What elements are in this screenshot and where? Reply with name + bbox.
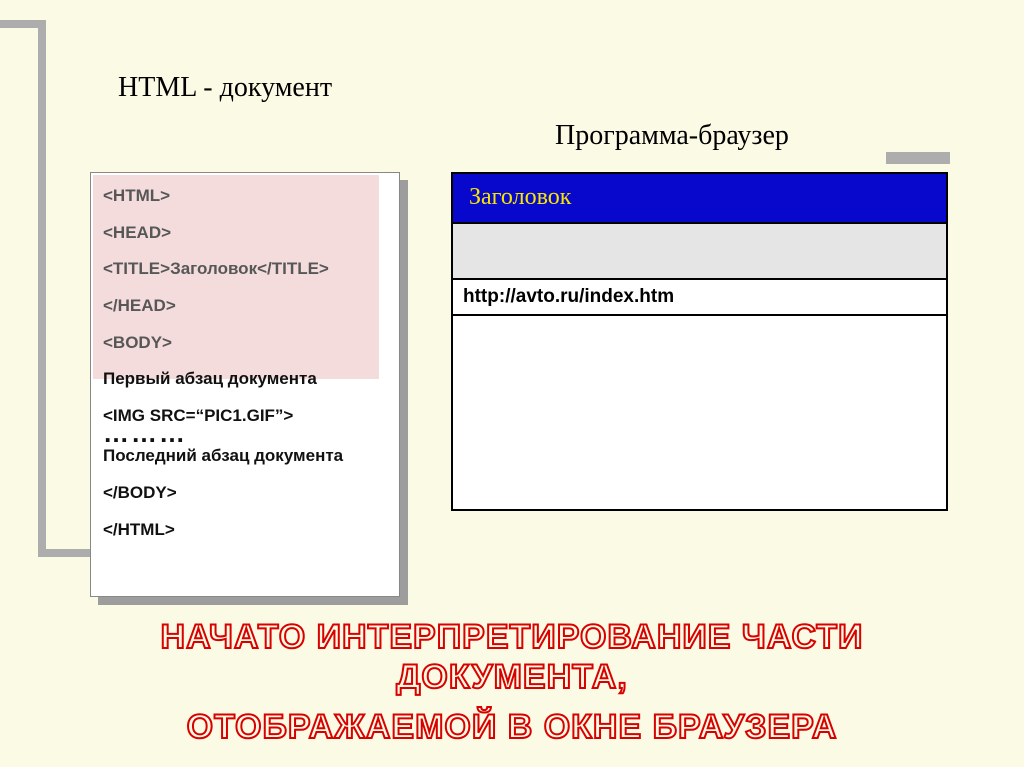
browser-titlebar: Заголовок bbox=[453, 174, 946, 224]
code-line-title: <TITLE>Заголовок</TITLE> bbox=[103, 260, 387, 279]
code-panel: <HTML> <HEAD> <TITLE>Заголовок</TITLE> <… bbox=[90, 172, 400, 597]
frame-accent-left bbox=[38, 20, 46, 557]
browser-window: Заголовок http://avto.ru/index.htm bbox=[451, 172, 948, 511]
status-headline-line2: ДОКУМЕНТА, bbox=[0, 658, 1024, 697]
code-line-body-open: <BODY> bbox=[103, 334, 387, 353]
code-line-paragraph-first: Первый абзац документа bbox=[103, 370, 387, 389]
code-line-html-open: <HTML> bbox=[103, 187, 387, 206]
code-line-html-close: </HTML> bbox=[103, 521, 387, 540]
status-headline-line1: НАЧАТО ИНТЕРПРЕТИРОВАНИЕ ЧАСТИ bbox=[0, 618, 1024, 657]
code-line-paragraph-last: Последний абзац документа bbox=[103, 447, 387, 466]
code-line-body-close: </BODY> bbox=[103, 484, 387, 503]
code-line-head-open: <HEAD> bbox=[103, 224, 387, 243]
heading-html-document: HTML - документ bbox=[118, 72, 332, 104]
code-line-ellipsis: ……… bbox=[103, 426, 387, 442]
browser-toolbar bbox=[453, 224, 946, 280]
code-line-head-close: </HEAD> bbox=[103, 297, 387, 316]
heading-browser-program: Программа-браузер bbox=[555, 120, 789, 152]
code-line-img: <IMG SRC=“PIC1.GIF”> bbox=[103, 407, 387, 426]
browser-viewport bbox=[453, 316, 946, 509]
frame-accent-tab bbox=[886, 152, 950, 164]
browser-address-bar[interactable]: http://avto.ru/index.htm bbox=[453, 280, 946, 316]
status-headline-line3: ОТОБРАЖАЕМОЙ В ОКНЕ БРАУЗЕРА bbox=[0, 708, 1024, 747]
